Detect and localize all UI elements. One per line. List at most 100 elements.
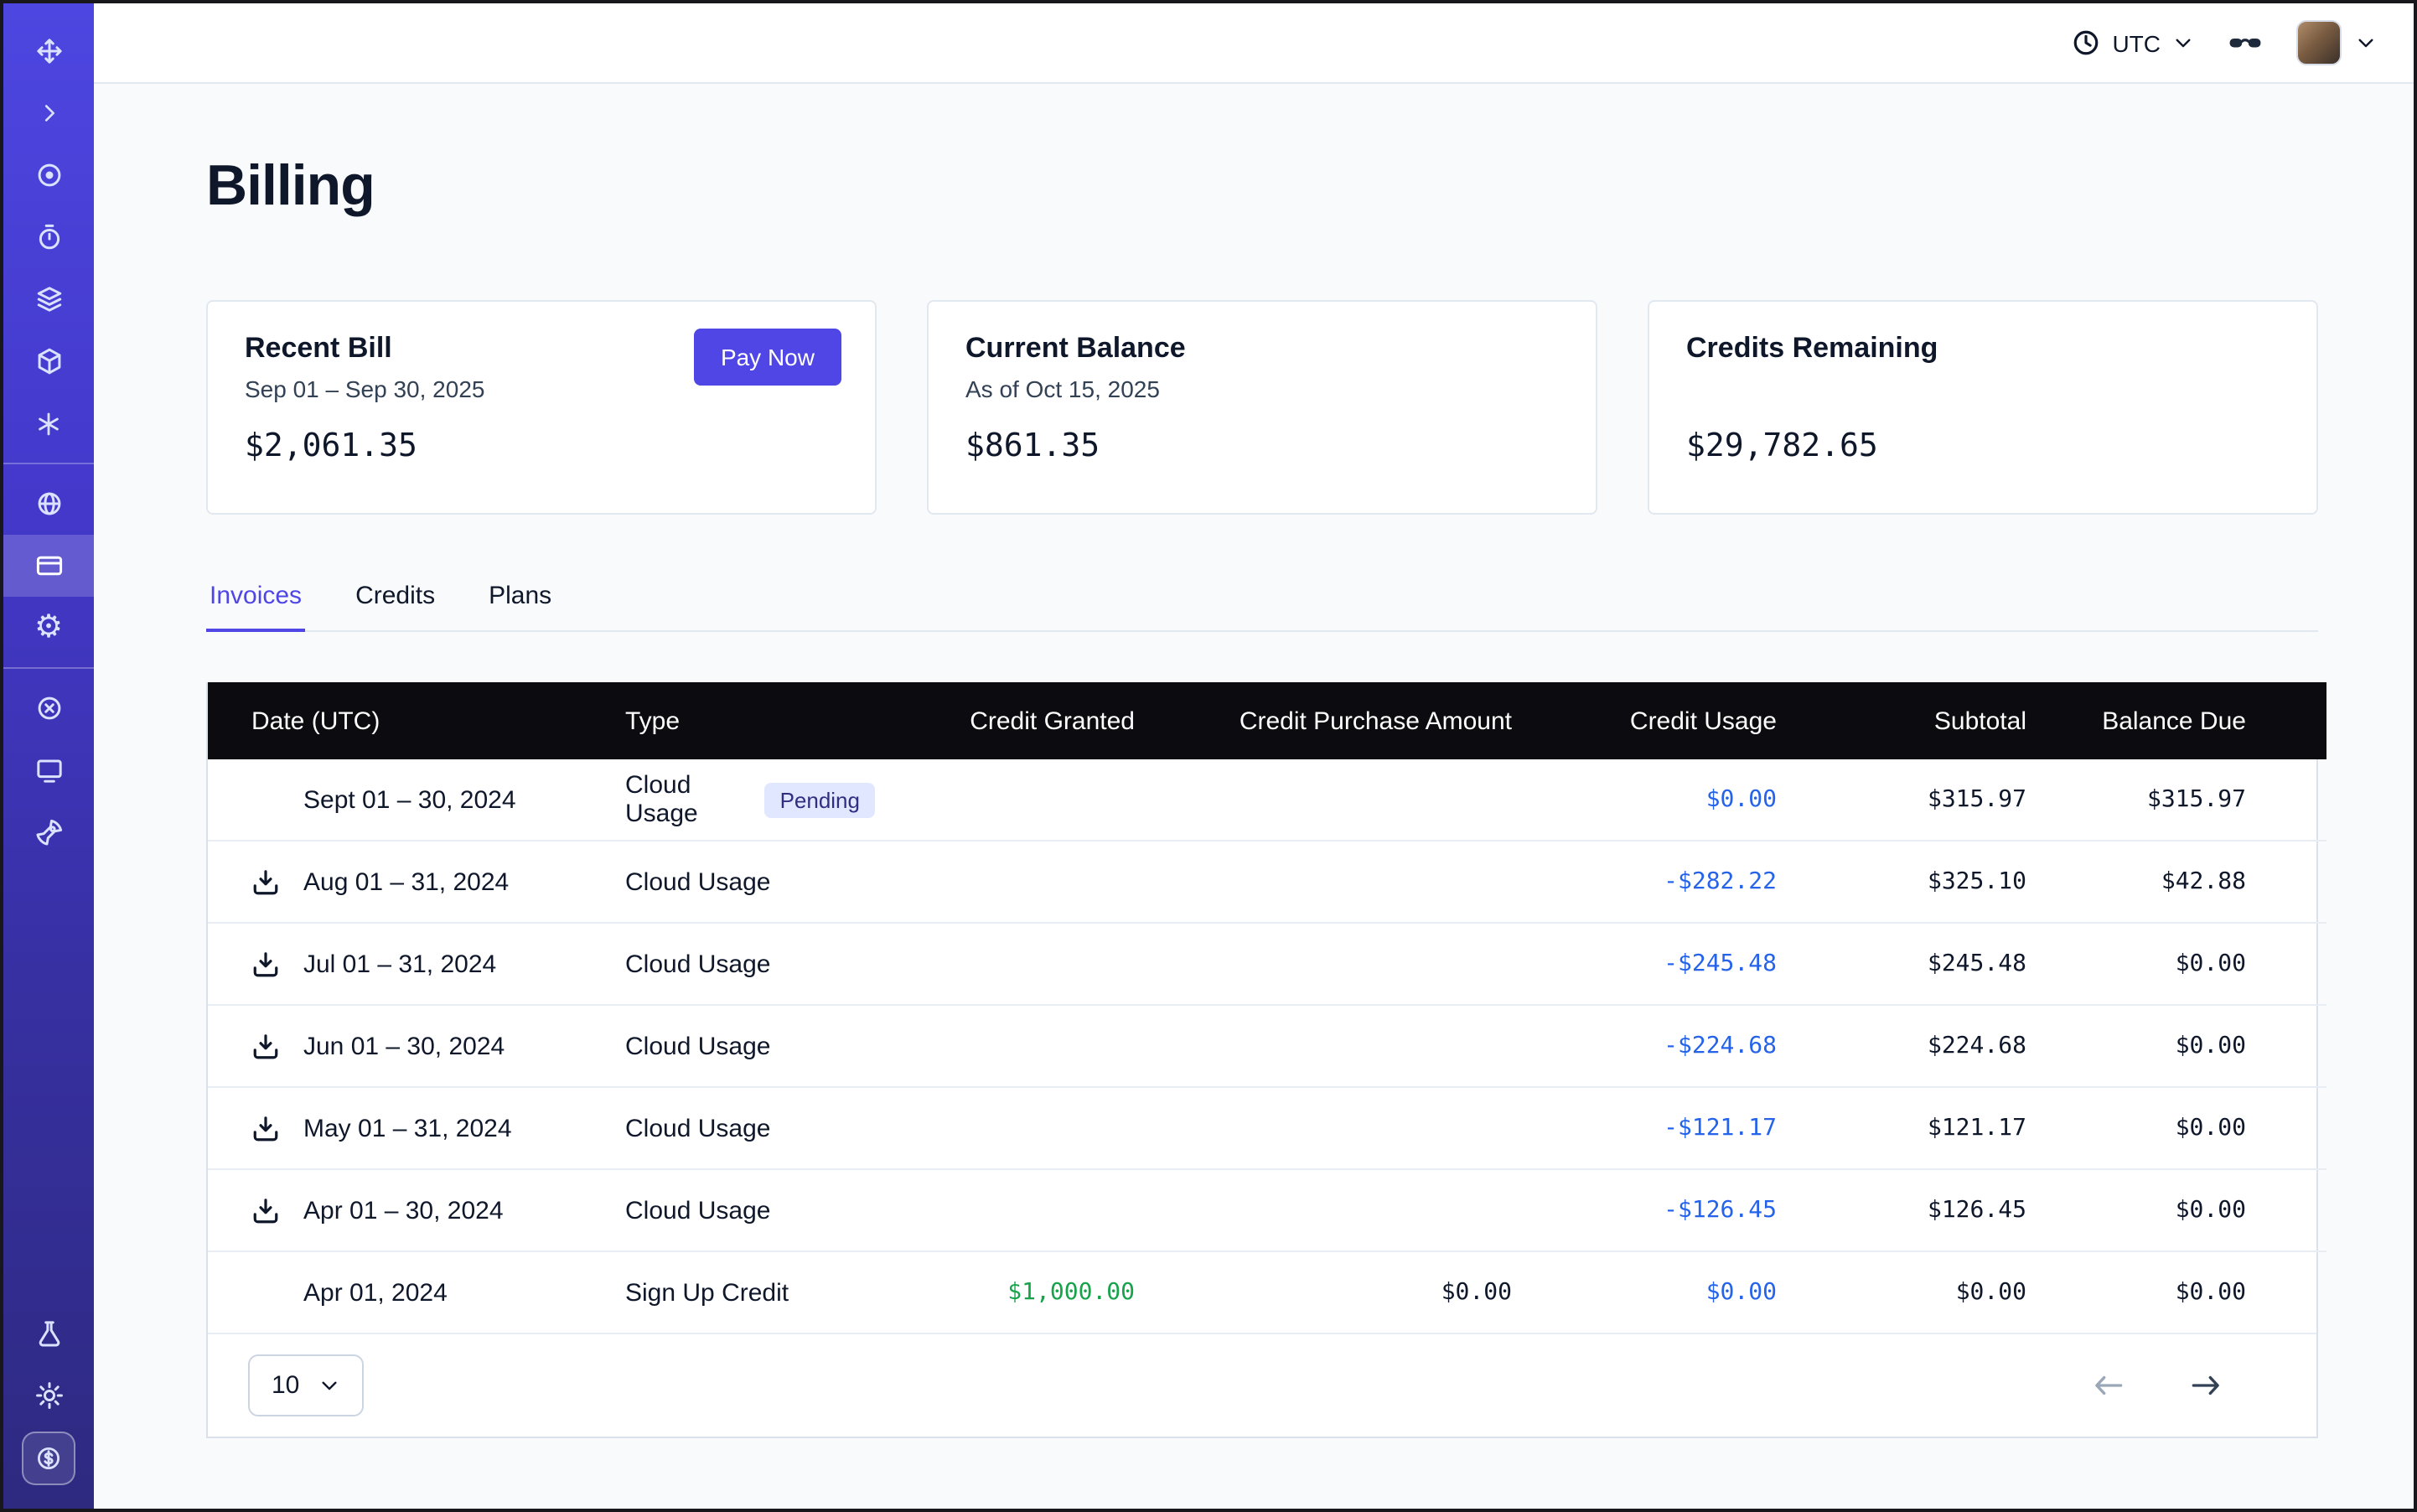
chevron-down-icon <box>2172 32 2194 54</box>
invoice-type: Cloud Usage <box>625 1032 770 1060</box>
subtotal-cell: $121.17 <box>1777 1087 2026 1169</box>
sidebar-item-theme[interactable] <box>3 1364 94 1427</box>
credit-usage-cell: -$282.22 <box>1512 841 1777 923</box>
card-subtitle: As of Oct 15, 2025 <box>965 375 1559 406</box>
current-balance-amount: $861.35 <box>965 427 1559 464</box>
main-area: UTC Billing <box>94 3 2414 1509</box>
download-invoice-icon[interactable] <box>251 1196 285 1225</box>
sidebar-item-target[interactable] <box>3 144 94 206</box>
sidebar-item-logo[interactable] <box>3 20 94 82</box>
clock-icon <box>2072 28 2100 57</box>
subtotal-cell: $315.97 <box>1777 759 2026 841</box>
tab-plans[interactable]: Plans <box>485 568 555 630</box>
next-page-button[interactable] <box>2187 1368 2223 1403</box>
subtotal-cell: $224.68 <box>1777 1005 2026 1087</box>
pagination <box>2092 1368 2276 1403</box>
table-header-row: Date (UTC) Type Credit Granted Credit Pu… <box>208 682 2326 759</box>
credit-granted-cell <box>875 1169 1135 1251</box>
flask-icon <box>34 1319 63 1348</box>
circle-x-icon <box>34 694 63 722</box>
sun-icon <box>34 1381 63 1410</box>
page-size-value: 10 <box>272 1371 299 1400</box>
download-invoice-icon[interactable] <box>251 1032 285 1060</box>
invoice-type: Cloud Usage <box>625 867 770 896</box>
table-row: May 01 – 31, 2024 Cloud Usage -$121.17 $… <box>208 1087 2326 1169</box>
balance-due-cell: $0.00 <box>2026 1005 2326 1087</box>
sidebar-item-credits[interactable] <box>3 1427 94 1489</box>
sidebar-item-collapse[interactable] <box>3 82 94 144</box>
sidebar-item-deploy[interactable] <box>3 801 94 863</box>
credit-granted-cell <box>875 1005 1135 1087</box>
credit-granted-cell <box>875 759 1135 841</box>
goggles-button[interactable] <box>2228 28 2263 57</box>
card-subtitle <box>1686 375 2280 406</box>
credit-usage-cell: $0.00 <box>1512 1251 1777 1333</box>
subtotal-cell: $0.00 <box>1777 1251 2026 1333</box>
sidebar-divider <box>3 463 94 464</box>
app-window: ⚙ <box>0 0 2417 1512</box>
credit-purchase-cell: $0.00 <box>1135 1251 1512 1333</box>
subtotal-cell: $245.48 <box>1777 923 2026 1005</box>
target-icon <box>34 161 63 189</box>
page-size-select[interactable]: 10 <box>248 1354 363 1416</box>
sidebar-item-cube[interactable] <box>3 330 94 392</box>
timezone-select[interactable]: UTC <box>2072 28 2194 57</box>
chevron-down-icon <box>318 1375 339 1396</box>
sidebar-item-settings[interactable]: ⚙ <box>3 597 94 659</box>
subtotal-cell: $126.45 <box>1777 1169 2026 1251</box>
download-invoice-icon[interactable] <box>251 867 285 896</box>
recent-bill-card: Recent Bill Sep 01 – Sep 30, 2025 $2,061… <box>206 300 877 515</box>
sidebar-item-labs[interactable] <box>3 1302 94 1364</box>
credit-purchase-cell <box>1135 1169 1512 1251</box>
invoice-type: Sign Up Credit <box>625 1278 789 1307</box>
status-badge: Pending <box>765 782 875 817</box>
credit-usage-cell: $0.00 <box>1512 759 1777 841</box>
invoice-date: Aug 01 – 31, 2024 <box>303 867 509 896</box>
monitor-icon <box>34 756 63 784</box>
col-header-credit-purchase: Credit Purchase Amount <box>1135 682 1512 759</box>
sidebar-item-timer[interactable] <box>3 206 94 268</box>
arrow-left-icon <box>2092 1368 2127 1403</box>
table-row: Jun 01 – 30, 2024 Cloud Usage -$224.68 $… <box>208 1005 2326 1087</box>
globe-icon <box>34 489 63 518</box>
balance-due-cell: $0.00 <box>2026 923 2326 1005</box>
tab-credits[interactable]: Credits <box>352 568 438 630</box>
summary-cards: Recent Bill Sep 01 – Sep 30, 2025 $2,061… <box>206 300 2318 515</box>
table-row: Aug 01 – 31, 2024 Cloud Usage -$282.22 $… <box>208 841 2326 923</box>
account-menu[interactable] <box>2296 20 2377 65</box>
avatar <box>2296 20 2342 65</box>
credit-purchase-cell <box>1135 923 1512 1005</box>
sidebar-item-billing[interactable] <box>3 535 94 597</box>
credit-granted-cell <box>875 923 1135 1005</box>
credit-usage-cell: -$245.48 <box>1512 923 1777 1005</box>
billing-tabs: Invoices Credits Plans <box>206 568 2318 632</box>
download-invoice-icon[interactable] <box>251 1114 285 1142</box>
invoice-date: Jun 01 – 30, 2024 <box>303 1032 505 1060</box>
col-header-balance-due: Balance Due <box>2026 682 2326 759</box>
invoices-table: Date (UTC) Type Credit Granted Credit Pu… <box>206 682 2318 1438</box>
sidebar-item-workspace[interactable] <box>3 739 94 801</box>
dollar-coin-icon <box>22 1431 75 1484</box>
credit-granted-cell: $1,000.00 <box>875 1251 1135 1333</box>
col-header-date: Date (UTC) <box>208 682 590 759</box>
credit-usage-cell: -$224.68 <box>1512 1005 1777 1087</box>
sidebar-item-layers[interactable] <box>3 268 94 330</box>
tab-invoices[interactable]: Invoices <box>206 568 305 632</box>
invoice-date: Jul 01 – 31, 2024 <box>303 950 496 978</box>
prev-page-button[interactable] <box>2092 1368 2127 1403</box>
sidebar-item-functions[interactable] <box>3 392 94 454</box>
download-invoice-icon[interactable] <box>251 950 285 978</box>
table-row: Jul 01 – 31, 2024 Cloud Usage -$245.48 $… <box>208 923 2326 1005</box>
cube-icon <box>34 347 63 375</box>
col-header-type: Type <box>590 682 875 759</box>
invoice-date: Sept 01 – 30, 2024 <box>303 785 516 814</box>
invoice-table-body: Sept 01 – 30, 2024 Cloud Usage Pending $… <box>208 759 2326 1333</box>
card-title: Credits Remaining <box>1686 332 2280 365</box>
table-row: Apr 01, 2024 Sign Up Credit $1,000.00 $0… <box>208 1251 2326 1333</box>
card-title: Current Balance <box>965 332 1559 365</box>
balance-due-cell: $0.00 <box>2026 1251 2326 1333</box>
pay-now-button[interactable]: Pay Now <box>694 329 841 386</box>
sidebar: ⚙ <box>3 3 94 1509</box>
sidebar-item-errors[interactable] <box>3 677 94 739</box>
sidebar-item-usage[interactable] <box>3 473 94 535</box>
